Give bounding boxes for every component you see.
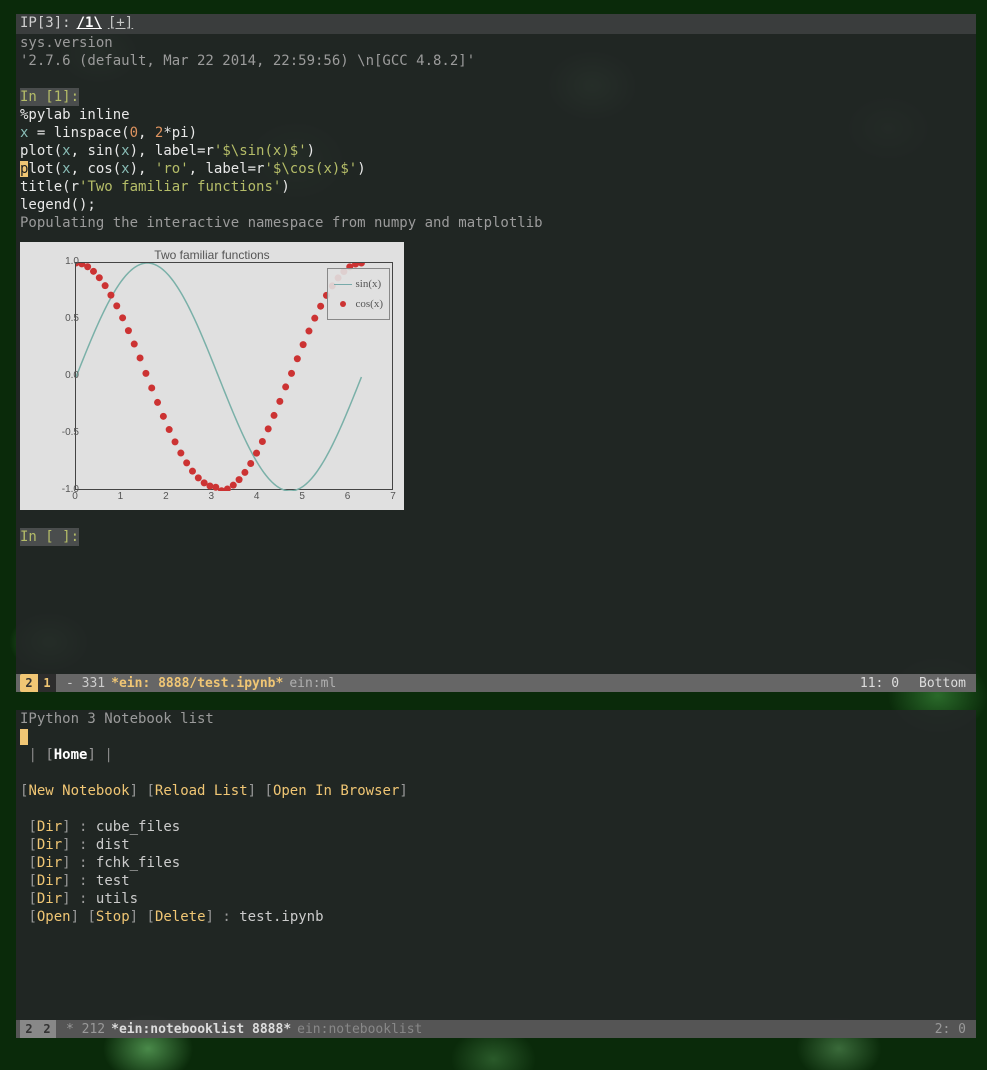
- code-line-cursor: plot(x, cos(x), 'ro', label=r'$\cos(x)$'…: [20, 160, 972, 178]
- x-tick: 7: [390, 488, 396, 506]
- badge-window-2c: 2: [38, 1020, 56, 1038]
- tab-add[interactable]: [+]: [108, 15, 133, 33]
- delete-file-button[interactable]: Delete: [155, 909, 206, 925]
- nblist-actions: [New Notebook] [Reload List] [Open In Br…: [20, 782, 972, 800]
- home-link[interactable]: Home: [54, 747, 88, 763]
- mode-name: ein:ml: [283, 676, 342, 691]
- matplotlib-chart: Two familiar functions -1.0-0.50.00.51.0…: [20, 242, 404, 510]
- y-tick: 0.5: [65, 310, 79, 328]
- badge-window-2b: 2: [20, 1020, 38, 1038]
- modeline-prefix: - 331: [60, 676, 111, 691]
- dir-link[interactable]: Dir: [37, 873, 62, 889]
- cell-prompt-empty: In [ ]:: [20, 528, 79, 546]
- tab-prefix: IP[3]:: [20, 15, 71, 33]
- prev-output-1: sys.version: [20, 34, 972, 52]
- notebook-list-pane: IPython 3 Notebook list | [Home] | [New …: [16, 710, 976, 1038]
- open-in-browser-button[interactable]: Open In Browser: [273, 783, 399, 799]
- buffer-name-2: *ein:notebooklist 8888*: [111, 1022, 291, 1037]
- dir-row: [Dir] : dist: [20, 836, 972, 854]
- nblist-header: IPython 3 Notebook list: [20, 710, 972, 728]
- reload-list-button[interactable]: Reload List: [155, 783, 248, 799]
- line-col: 11: 0: [860, 676, 899, 691]
- modeline-prefix-2: * 212: [60, 1022, 111, 1037]
- buffer-name: *ein: 8888/test.ipynb*: [111, 676, 283, 691]
- tab-active[interactable]: /1\: [77, 15, 102, 33]
- y-tick: 0.0: [65, 367, 79, 385]
- dir-row: [Dir] : fchk_files: [20, 854, 972, 872]
- dir-link[interactable]: Dir: [37, 891, 62, 907]
- x-tick: 1: [118, 488, 124, 506]
- stop-file-button[interactable]: Stop: [96, 909, 130, 925]
- open-file-button[interactable]: Open: [37, 909, 71, 925]
- cell-prompt-1: In [1]:: [20, 88, 79, 106]
- x-tick: 5: [299, 488, 305, 506]
- buffer-position: Bottom: [919, 676, 966, 691]
- y-tick: -0.5: [62, 424, 79, 442]
- file-row: [Open] [Stop] [Delete] : test.ipynb: [20, 908, 972, 926]
- tab-bar: IP[3]: /1\ [+]: [16, 14, 976, 34]
- mode-name-2: ein:notebooklist: [291, 1022, 428, 1037]
- dir-row: [Dir] : test: [20, 872, 972, 890]
- code-line: x = linspace(0, 2*pi): [20, 124, 972, 142]
- x-tick: 4: [254, 488, 260, 506]
- x-tick: 2: [163, 488, 169, 506]
- code-line: legend();: [20, 196, 972, 214]
- new-notebook-button[interactable]: New Notebook: [28, 783, 129, 799]
- notebook-list-area[interactable]: IPython 3 Notebook list | [Home] | [New …: [16, 710, 976, 926]
- x-tick: 6: [345, 488, 351, 506]
- code-line: %pylab inline: [20, 106, 972, 124]
- chart-legend: sin(x) cos(x): [327, 268, 391, 320]
- line-col-2: 2: 0: [935, 1022, 966, 1037]
- x-tick: 0: [72, 488, 78, 506]
- dir-row: [Dir] : cube_files: [20, 818, 972, 836]
- y-tick: 1.0: [65, 253, 79, 271]
- dir-row: [Dir] : utils: [20, 890, 972, 908]
- prev-output-2: '2.7.6 (default, Mar 22 2014, 22:59:56) …: [20, 52, 972, 70]
- modeline-top: 2 1 - 331 *ein: 8888/test.ipynb* ein:ml …: [16, 674, 976, 692]
- dir-link[interactable]: Dir: [37, 837, 62, 853]
- file-name: test.ipynb: [239, 909, 323, 925]
- code-line: title(r'Two familiar functions'): [20, 178, 972, 196]
- code-area[interactable]: sys.version '2.7.6 (default, Mar 22 2014…: [16, 34, 976, 564]
- badge-window-1: 1: [38, 674, 56, 692]
- cell-output: Populating the interactive namespace fro…: [20, 214, 972, 232]
- modeline-bottom: 2 2 * 212 *ein:notebooklist 8888* ein:no…: [16, 1020, 976, 1038]
- code-line: plot(x, sin(x), label=r'$\sin(x)$'): [20, 142, 972, 160]
- badge-window-2: 2: [20, 674, 38, 692]
- nblist-nav: | [Home] |: [20, 746, 972, 764]
- dir-link[interactable]: Dir: [37, 819, 62, 835]
- legend-sin: sin(x): [356, 275, 382, 293]
- notebook-pane: IP[3]: /1\ [+] sys.version '2.7.6 (defau…: [16, 14, 976, 692]
- dir-link[interactable]: Dir: [37, 855, 62, 871]
- text-cursor-2: [20, 729, 28, 745]
- x-tick: 3: [209, 488, 215, 506]
- legend-cos: cos(x): [356, 295, 384, 313]
